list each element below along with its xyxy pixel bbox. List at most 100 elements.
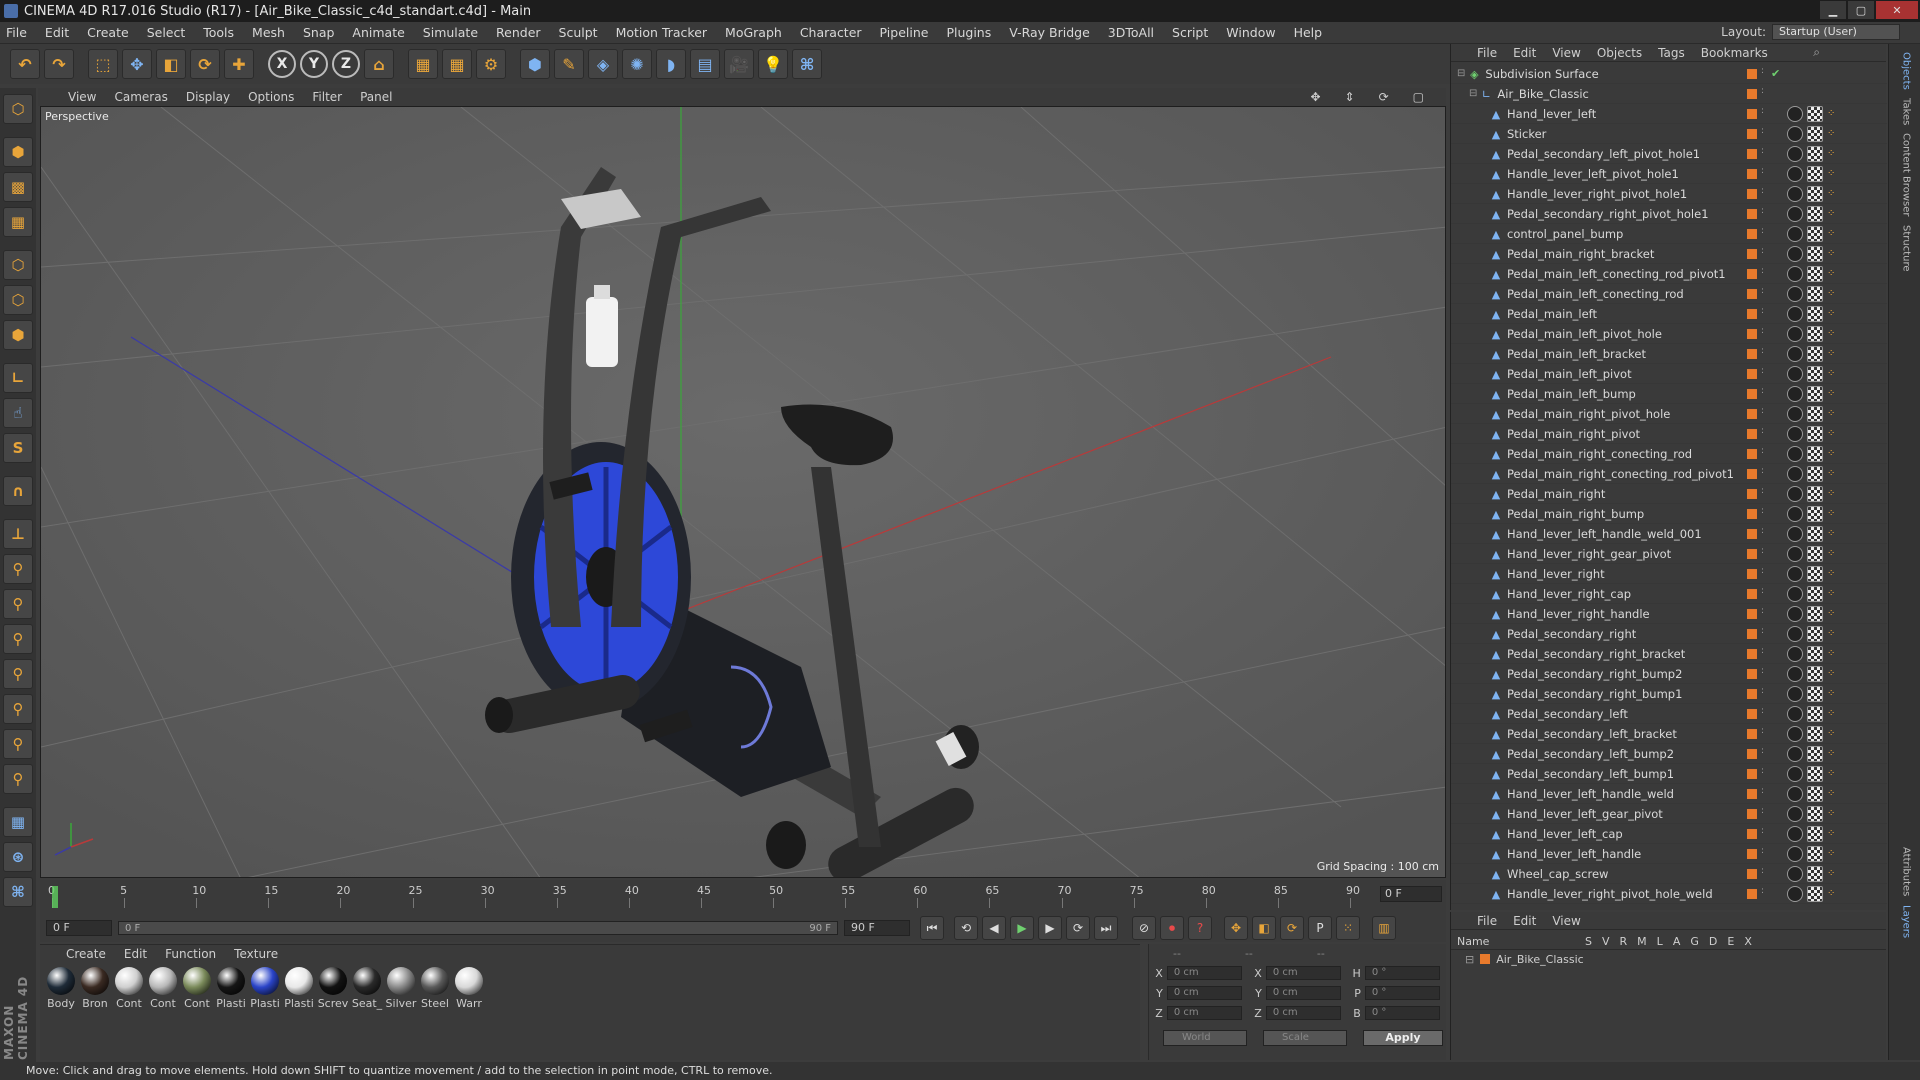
- phong-tag-icon[interactable]: ⁘: [1827, 547, 1839, 561]
- material-tag-icon[interactable]: [1787, 485, 1803, 502]
- layer-color-tag[interactable]: [1747, 608, 1757, 619]
- subdivision-surface-icon[interactable]: ◈: [588, 49, 618, 79]
- visibility-dots[interactable]: :: [1761, 886, 1767, 900]
- texture-tag-icon[interactable]: [1807, 365, 1823, 382]
- object-row[interactable]: ▲ Pedal_secondary_left_bracket: ⁘: [1451, 724, 1887, 744]
- layer-col-g[interactable]: G: [1690, 935, 1699, 948]
- menu-edit[interactable]: Edit: [45, 25, 69, 40]
- layer-color-tag[interactable]: [1747, 108, 1757, 119]
- goto-start-icon[interactable]: ⏮: [920, 916, 944, 940]
- coord-value-field[interactable]: 0 °: [1364, 966, 1440, 980]
- material-tag-icon[interactable]: [1787, 345, 1803, 362]
- visibility-dots[interactable]: :: [1761, 566, 1767, 580]
- material-tag-icon[interactable]: [1787, 265, 1803, 282]
- close-button[interactable]: ✕: [1876, 1, 1918, 19]
- sculpt-brush-1-icon[interactable]: ⚲: [3, 554, 33, 584]
- phong-tag-icon[interactable]: ⁘: [1827, 267, 1839, 281]
- material-tag-icon[interactable]: [1787, 625, 1803, 642]
- object-row[interactable]: ▲ Hand_lever_left: ⁘: [1451, 104, 1887, 124]
- layer-color-tag[interactable]: [1747, 708, 1757, 719]
- layer-color-tag[interactable]: [1747, 368, 1757, 379]
- phong-tag-icon[interactable]: ⁘: [1827, 447, 1839, 461]
- next-frame-icon[interactable]: ▶: [1038, 916, 1062, 940]
- phong-tag-icon[interactable]: ⁘: [1827, 347, 1839, 361]
- texture-tag-icon[interactable]: [1807, 285, 1823, 302]
- texture-tag-icon[interactable]: [1807, 665, 1823, 682]
- layer-color-tag[interactable]: [1747, 348, 1757, 359]
- python-icon[interactable]: ⌘: [792, 49, 822, 79]
- visibility-dots[interactable]: :: [1761, 806, 1767, 820]
- texture-tag-icon[interactable]: [1807, 525, 1823, 542]
- redo-icon[interactable]: ↷: [44, 49, 74, 79]
- layer-color-tag[interactable]: [1747, 788, 1757, 799]
- light-icon[interactable]: 💡: [758, 49, 788, 79]
- texture-tag-icon[interactable]: [1807, 185, 1823, 202]
- record-active-icon[interactable]: ⏺: [1160, 916, 1184, 940]
- object-row[interactable]: ▲ Hand_lever_right_cap: ⁘: [1451, 584, 1887, 604]
- collapse-icon[interactable]: ⊟: [1469, 88, 1477, 99]
- menu-3dtoall[interactable]: 3DToAll: [1108, 25, 1154, 40]
- layer-color-tag[interactable]: [1747, 568, 1757, 579]
- material-tag-icon[interactable]: [1787, 505, 1803, 522]
- object-row[interactable]: ▲ Pedal_secondary_right_bracket: ⁘: [1451, 644, 1887, 664]
- viewport-menu-options[interactable]: Options: [248, 90, 294, 104]
- phong-tag-icon[interactable]: ⁘: [1827, 627, 1839, 641]
- layer-color-tag[interactable]: [1747, 868, 1757, 879]
- phong-tag-icon[interactable]: ⁘: [1827, 147, 1839, 161]
- material-swatch[interactable]: Steel: [418, 967, 452, 1010]
- phong-tag-icon[interactable]: ⁘: [1827, 807, 1839, 821]
- menu-animate[interactable]: Animate: [352, 25, 404, 40]
- object-row-group[interactable]: ⊟ ∟ Air_Bike_Classic:: [1451, 84, 1887, 104]
- cube-primitive-icon[interactable]: ⬢: [520, 49, 550, 79]
- phong-tag-icon[interactable]: ⁘: [1827, 187, 1839, 201]
- material-swatch[interactable]: Cont: [112, 967, 146, 1010]
- z-axis-lock-icon[interactable]: Z: [332, 50, 360, 78]
- workplane-axis-icon[interactable]: ⊥: [3, 519, 33, 549]
- right-tab-objects[interactable]: Objects: [1898, 52, 1912, 90]
- object-row[interactable]: ▲ Handle_lever_right_pivot_hole1: ⁘: [1451, 184, 1887, 204]
- texture-tag-icon[interactable]: [1807, 865, 1823, 882]
- edges-mode-icon[interactable]: ⬡: [3, 285, 33, 315]
- layer-color-tag[interactable]: [1747, 588, 1757, 599]
- layer-color-tag[interactable]: [1747, 828, 1757, 839]
- phong-tag-icon[interactable]: ⁘: [1827, 827, 1839, 841]
- phong-tag-icon[interactable]: ⁘: [1827, 647, 1839, 661]
- visibility-dots[interactable]: :: [1761, 226, 1767, 240]
- texture-tag-icon[interactable]: [1807, 225, 1823, 242]
- object-menu-tags[interactable]: Tags: [1658, 46, 1685, 60]
- visibility-dots[interactable]: :: [1761, 126, 1767, 140]
- material-tag-icon[interactable]: [1787, 585, 1803, 602]
- object-row[interactable]: ▲ Pedal_secondary_right_bump2: ⁘: [1451, 664, 1887, 684]
- layer-color-tag[interactable]: [1747, 88, 1757, 99]
- material-tag-icon[interactable]: [1787, 865, 1803, 882]
- layer-col-a[interactable]: A: [1673, 935, 1681, 948]
- layer-color-tag[interactable]: [1747, 268, 1757, 279]
- menu-script[interactable]: Script: [1172, 25, 1208, 40]
- material-swatch[interactable]: Plasti: [214, 967, 248, 1010]
- phong-tag-icon[interactable]: ⁘: [1827, 747, 1839, 761]
- sculpt-brush-3-icon[interactable]: ⚲: [3, 624, 33, 654]
- object-row[interactable]: ▲ Handle_lever_right_pivot_hole_weld: ⁘: [1451, 884, 1887, 904]
- phong-tag-icon[interactable]: ⁘: [1827, 847, 1839, 861]
- visibility-dots[interactable]: :: [1761, 86, 1767, 100]
- layer-color-tag[interactable]: [1747, 888, 1757, 899]
- minimize-button[interactable]: ▁: [1820, 1, 1846, 19]
- end-frame-field[interactable]: 90 F: [844, 920, 910, 936]
- sculpt-brush-5-icon[interactable]: ⚲: [3, 694, 33, 724]
- material-tag-icon[interactable]: [1787, 765, 1803, 782]
- layer-col-d[interactable]: D: [1709, 935, 1717, 948]
- material-swatch[interactable]: Cont: [180, 967, 214, 1010]
- material-tag-icon[interactable]: [1787, 205, 1803, 222]
- visibility-dots[interactable]: :: [1761, 646, 1767, 660]
- menu-window[interactable]: Window: [1226, 25, 1275, 40]
- phong-tag-icon[interactable]: ⁘: [1827, 687, 1839, 701]
- object-row[interactable]: ▲ Hand_lever_left_gear_pivot: ⁘: [1451, 804, 1887, 824]
- phong-tag-icon[interactable]: ⁘: [1827, 127, 1839, 141]
- viewport-menu-cameras[interactable]: Cameras: [114, 90, 167, 104]
- material-tag-icon[interactable]: [1787, 525, 1803, 542]
- layer-color-tag[interactable]: [1747, 168, 1757, 179]
- workplane-icon[interactable]: ▦: [3, 207, 33, 237]
- object-row[interactable]: ▲ Pedal_main_left_conecting_rod: ⁘: [1451, 284, 1887, 304]
- texture-tag-icon[interactable]: [1807, 485, 1823, 502]
- right-tab-attributes[interactable]: Attributes: [1898, 847, 1912, 896]
